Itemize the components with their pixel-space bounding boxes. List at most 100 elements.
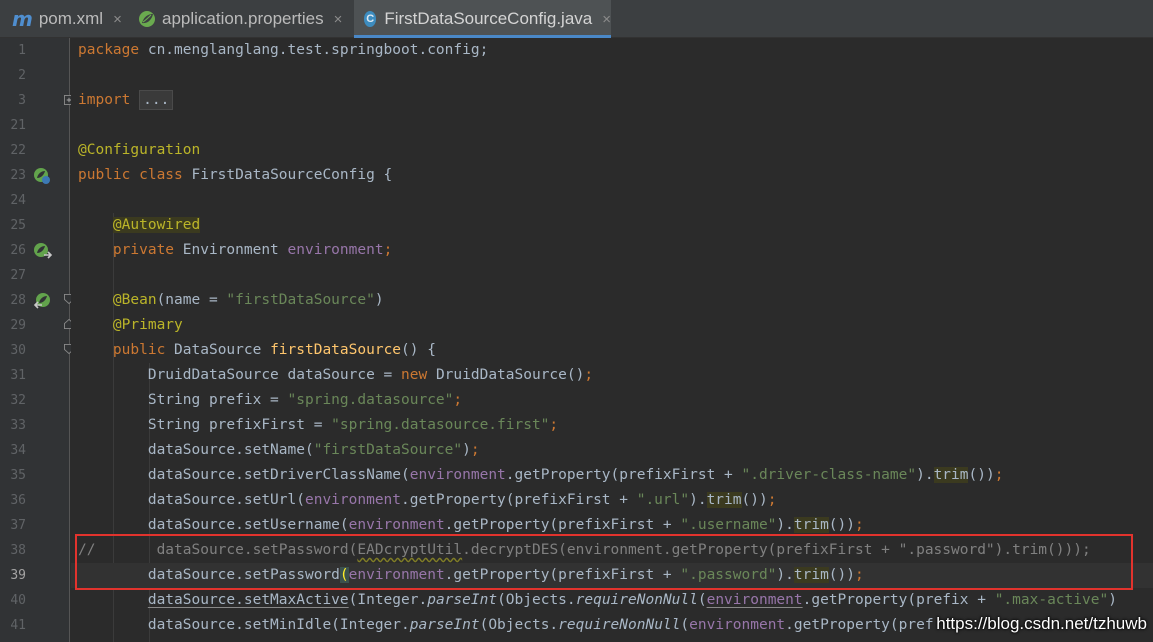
field: environment <box>304 492 402 508</box>
code-text: .getProperty(prefixFirst + <box>505 467 742 483</box>
code-text: ). <box>689 492 707 508</box>
line-number: 40 <box>10 593 26 608</box>
string-literal: ".username" <box>680 517 777 533</box>
close-icon[interactable]: × <box>602 11 611 28</box>
code-text: ) <box>462 442 471 458</box>
code-text: ()) <box>968 467 995 483</box>
keyword: package <box>78 42 140 58</box>
code-text: DataSource <box>165 342 271 358</box>
keyword: new <box>401 367 428 383</box>
line-number: 2 <box>18 68 26 83</box>
code-text: (Integer. <box>348 592 428 608</box>
line-number: 25 <box>10 218 26 233</box>
code-line-25[interactable]: @Autowired <box>71 213 1153 238</box>
code-text: .getProperty(pref <box>785 617 934 633</box>
tab-application-properties[interactable]: application.properties × <box>138 0 352 38</box>
annotation: @Bean <box>112 292 157 308</box>
string-literal: ".driver-class-name" <box>741 467 917 483</box>
code-line-40[interactable]: dataSource.setMaxActive(Integer.parseInt… <box>71 588 1153 613</box>
field: environment <box>409 467 506 483</box>
line-number: 35 <box>10 468 26 483</box>
keyword: public class <box>78 167 183 183</box>
code-text: ( <box>697 592 707 608</box>
code-text: () { <box>401 342 436 358</box>
code-line-30[interactable]: public DataSource firstDataSource() { <box>71 338 1153 363</box>
line-number: 37 <box>10 518 26 533</box>
tab-pom-xml[interactable]: m pom.xml × <box>12 0 130 38</box>
spring-leaf-icon <box>139 11 155 27</box>
tab-label: pom.xml <box>38 9 104 28</box>
line-number: 31 <box>10 368 26 383</box>
static-method: requireNonNull <box>575 592 698 608</box>
code-line-33[interactable]: String prefixFirst = "spring.datasource.… <box>71 413 1153 438</box>
line-number: 32 <box>10 393 26 408</box>
code-text: ) <box>1108 592 1117 608</box>
code-text: FirstDataSourceConfig { <box>182 167 393 183</box>
code-text: .getProperty(prefixFirst + <box>401 492 637 508</box>
code-line-28[interactable]: @Bean(name = "firstDataSource") <box>71 288 1153 313</box>
semicolon: ; <box>549 417 559 433</box>
string-literal: ".max-active" <box>994 592 1109 608</box>
code-text: dataSource.setDriverClassName( <box>147 467 410 483</box>
line-number: 22 <box>10 143 26 158</box>
code-line-1[interactable]: package cn.menglanglang.test.springboot.… <box>71 38 1153 63</box>
close-icon[interactable]: × <box>334 11 343 28</box>
line-number: 34 <box>10 443 26 458</box>
code-text: ( <box>680 617 690 633</box>
field: environment <box>348 517 445 533</box>
semicolon: ; <box>994 467 1004 483</box>
code-text: ()) <box>828 517 855 533</box>
code-text: (name = <box>156 292 227 308</box>
code-line-3[interactable]: import ... <box>71 88 1153 113</box>
spring-autowired-navigate-icon[interactable] <box>33 242 53 260</box>
code-line-31[interactable]: DruidDataSource dataSource = new DruidDa… <box>71 363 1153 388</box>
class-icon: C <box>364 11 377 27</box>
semicolon: ; <box>584 367 594 383</box>
code-line-35[interactable]: dataSource.setDriverClassName(environmen… <box>71 463 1153 488</box>
code-text: ). <box>776 517 794 533</box>
line-number: 21 <box>10 118 26 133</box>
code-text: dataSource.setUrl( <box>147 492 305 508</box>
code-line-36[interactable]: dataSource.setUrl(environment.getPropert… <box>71 488 1153 513</box>
code-text: (Objects. <box>479 617 559 633</box>
string-literal: "spring.datasource.first" <box>331 417 550 433</box>
code-line-26[interactable]: private Environment environment; <box>71 238 1153 263</box>
code-line-23[interactable]: public class FirstDataSourceConfig { <box>71 163 1153 188</box>
folded-imports[interactable]: ... <box>139 90 174 110</box>
tab-first-data-source-config[interactable]: C FirstDataSourceConfig.java × <box>354 0 611 38</box>
field: environment <box>287 242 384 258</box>
code-text: cn.menglanglang.test.springboot.config; <box>139 42 489 58</box>
spring-bean-config-icon[interactable] <box>33 167 51 185</box>
code-text: dataSource.setName( <box>147 442 314 458</box>
code-text: String prefix = <box>147 392 288 408</box>
annotation: @Autowired <box>112 217 201 233</box>
code-text: DruidDataSource() <box>427 367 585 383</box>
code-text: dataSource.setMinIdle(Integer. <box>147 617 410 633</box>
code-line-34[interactable]: dataSource.setName("firstDataSource"); <box>71 438 1153 463</box>
semicolon: ; <box>453 392 463 408</box>
spring-bean-navigate-icon[interactable] <box>33 292 53 310</box>
static-method: parseInt <box>409 617 480 633</box>
watermark: https://blog.csdn.net/tzhuwb <box>936 614 1147 633</box>
static-method: requireNonNull <box>558 617 681 633</box>
semicolon: ; <box>470 442 480 458</box>
close-icon[interactable]: × <box>113 11 122 28</box>
line-number: 39 <box>10 568 26 583</box>
field: environment <box>706 592 803 608</box>
annotation: @Primary <box>112 317 183 333</box>
line-number: 3 <box>18 93 26 108</box>
semicolon: ; <box>383 242 393 258</box>
keyword: public <box>112 342 166 358</box>
field: environment <box>689 617 786 633</box>
line-number: 26 <box>10 243 26 258</box>
code-text: ()) <box>741 492 768 508</box>
code-text: Environment <box>174 242 288 258</box>
static-method: parseInt <box>427 592 498 608</box>
code-text: String prefixFirst = <box>147 417 332 433</box>
code-line-22[interactable]: @Configuration <box>71 138 1153 163</box>
string-literal: ".url" <box>636 492 690 508</box>
code-line-29[interactable]: @Primary <box>71 313 1153 338</box>
line-number: 29 <box>10 318 26 333</box>
line-number: 36 <box>10 493 26 508</box>
code-line-32[interactable]: String prefix = "spring.datasource"; <box>71 388 1153 413</box>
